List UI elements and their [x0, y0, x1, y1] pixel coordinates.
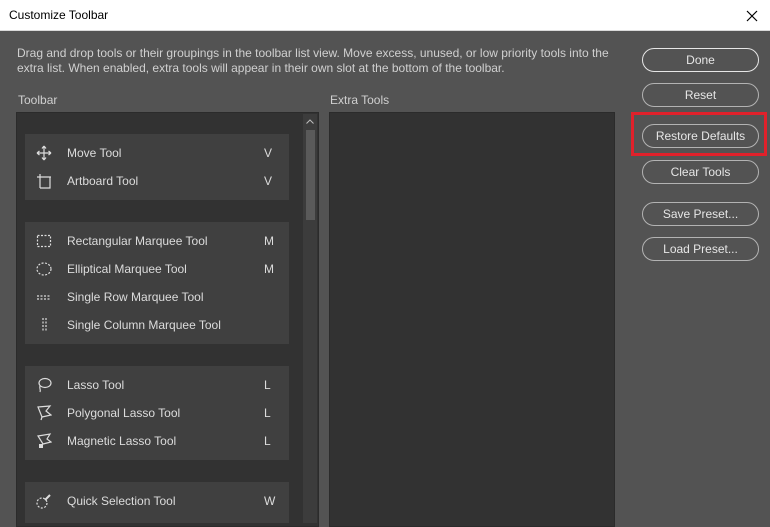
tool-item-single-column-marquee[interactable]: Single Column Marquee Tool [25, 311, 289, 339]
tool-name: Lasso Tool [67, 378, 125, 392]
tool-shortcut: V [264, 146, 273, 160]
tool-item-move[interactable]: Move Tool V [25, 139, 289, 167]
tool-shortcut: L [264, 406, 271, 420]
tool-name: Single Column Marquee Tool [67, 318, 221, 332]
tool-group-lasso[interactable]: Lasso Tool L Polygonal Lasso Tool L Magn… [25, 366, 289, 460]
toolbar-list-scrollbar[interactable] [303, 114, 317, 523]
quick-selection-icon [36, 494, 51, 509]
save-preset-button[interactable]: Save Preset... [642, 202, 759, 226]
restore-defaults-button[interactable]: Restore Defaults [642, 124, 759, 148]
window-title: Customize Toolbar [9, 8, 109, 22]
done-button[interactable]: Done [642, 48, 759, 72]
tool-item-lasso[interactable]: Lasso Tool L [25, 371, 289, 399]
tool-name: Single Row Marquee Tool [67, 290, 204, 304]
tool-item-quick-selection[interactable]: Quick Selection Tool W [25, 487, 289, 515]
tool-name: Rectangular Marquee Tool [67, 234, 208, 248]
tool-shortcut: W [264, 494, 276, 508]
tool-item-polygonal-lasso[interactable]: Polygonal Lasso Tool L [25, 399, 289, 427]
scrollbar-thumb[interactable] [306, 130, 315, 220]
toolbar-label: Toolbar [18, 93, 58, 107]
clear-tools-button[interactable]: Clear Tools [642, 160, 759, 184]
move-icon [36, 145, 52, 161]
tool-shortcut: M [264, 262, 274, 276]
instructions-text: Drag and drop tools or their groupings i… [17, 46, 609, 75]
tool-group-quick-selection[interactable]: Quick Selection Tool W [25, 482, 289, 523]
close-button[interactable] [734, 0, 770, 31]
tool-name: Elliptical Marquee Tool [67, 262, 187, 276]
tool-item-single-row-marquee[interactable]: Single Row Marquee Tool [25, 283, 289, 311]
elliptical-marquee-icon [36, 262, 52, 276]
tool-shortcut: M [264, 234, 274, 248]
reset-button[interactable]: Reset [642, 83, 759, 107]
tool-shortcut: V [264, 174, 273, 188]
tool-name: Artboard Tool [67, 174, 139, 188]
customize-toolbar-dialog: Drag and drop tools or their groupings i… [0, 31, 770, 527]
magnetic-lasso-icon [37, 433, 52, 448]
lasso-icon [38, 377, 52, 393]
load-preset-button[interactable]: Load Preset... [642, 237, 759, 261]
scroll-up-button[interactable] [303, 116, 317, 126]
tool-shortcut: L [264, 378, 271, 392]
tool-item-elliptical-marquee[interactable]: Elliptical Marquee Tool M [25, 255, 289, 283]
tool-group-move[interactable]: Move Tool V Artboard Tool V [25, 134, 289, 200]
single-row-marquee-icon [37, 295, 51, 300]
tool-group-marquee[interactable]: Rectangular Marquee Tool M Elliptical Ma… [25, 222, 289, 344]
title-bar: Customize Toolbar [0, 0, 770, 31]
polygonal-lasso-icon [37, 405, 52, 421]
close-icon [746, 10, 758, 21]
rectangular-marquee-icon [36, 234, 52, 248]
tool-name: Magnetic Lasso Tool [67, 434, 177, 448]
single-column-marquee-icon [42, 318, 47, 332]
tool-item-rectangular-marquee[interactable]: Rectangular Marquee Tool M [25, 227, 289, 255]
tool-name: Polygonal Lasso Tool [67, 406, 181, 420]
chevron-up-icon [306, 118, 314, 124]
artboard-icon [37, 174, 51, 189]
tool-item-magnetic-lasso[interactable]: Magnetic Lasso Tool L [25, 427, 289, 455]
tool-name: Move Tool [67, 146, 122, 160]
tool-shortcut: L [264, 434, 271, 448]
extra-tools-list[interactable] [329, 112, 615, 527]
tool-item-artboard[interactable]: Artboard Tool V [25, 167, 289, 195]
extra-tools-label: Extra Tools [330, 93, 390, 107]
tool-name: Quick Selection Tool [67, 494, 176, 508]
